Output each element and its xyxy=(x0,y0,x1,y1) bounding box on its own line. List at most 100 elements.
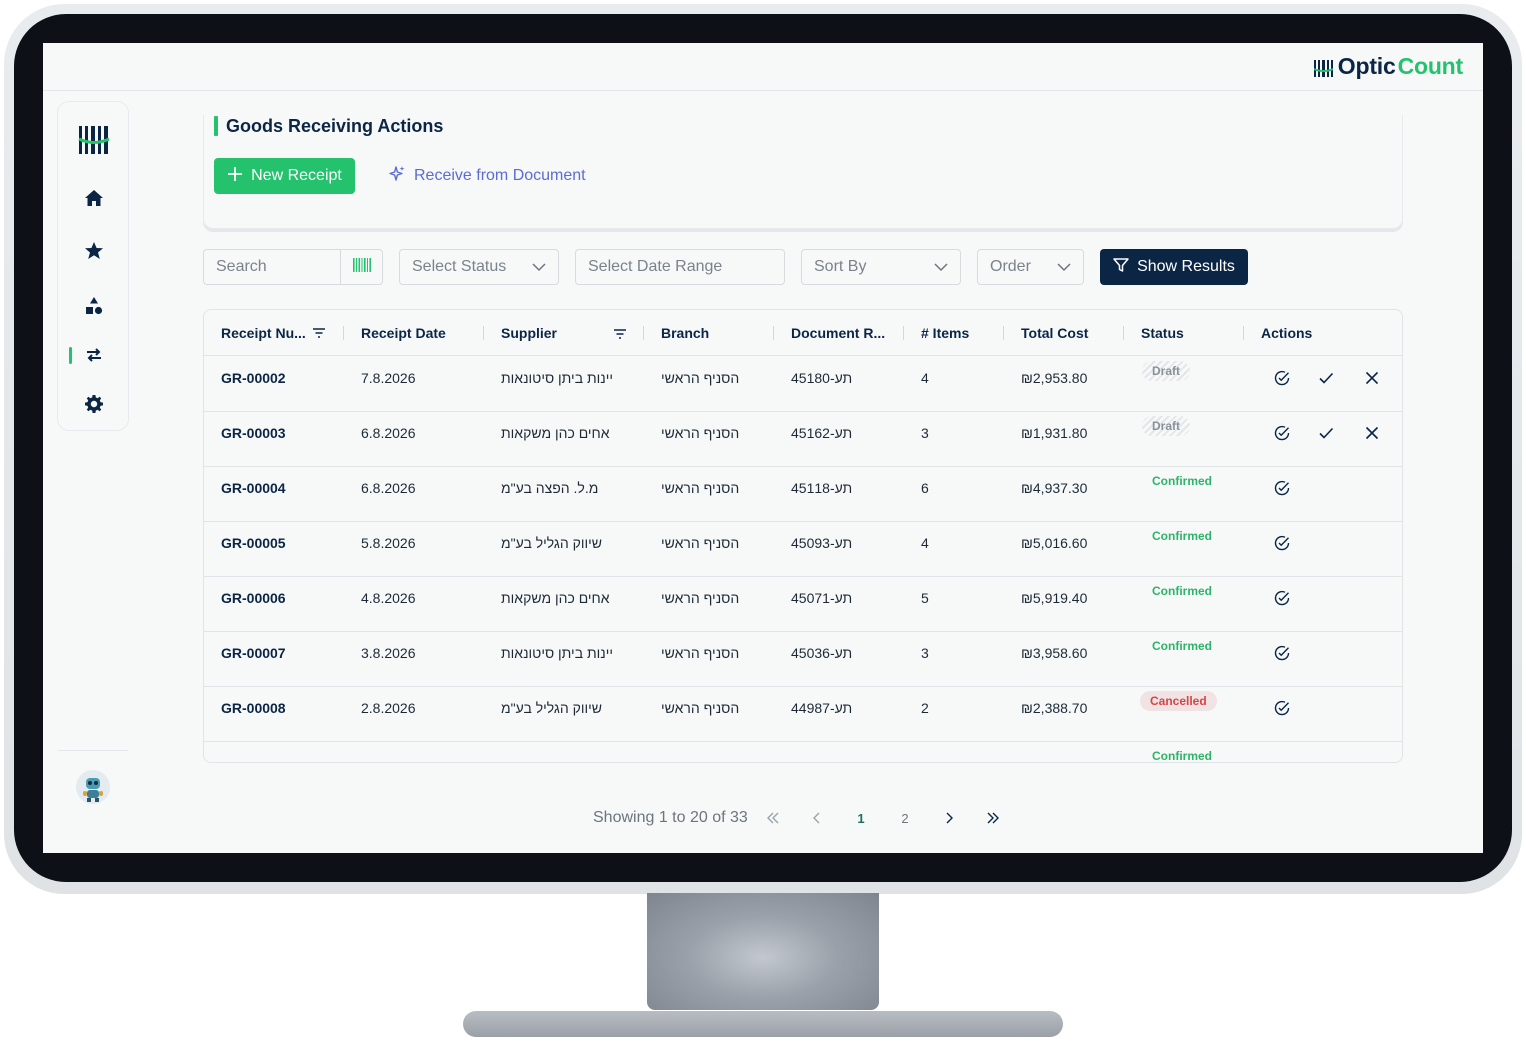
approve-circle-icon[interactable] xyxy=(1273,699,1291,717)
branch-cell: הסניף הראשי xyxy=(661,425,740,441)
header-branch[interactable]: Branch xyxy=(661,310,709,356)
receipt-number-cell[interactable]: GR-00002 xyxy=(221,370,286,386)
gear-icon[interactable] xyxy=(82,392,106,416)
receipt-number-cell[interactable]: GR-00004 xyxy=(221,480,286,496)
order-select[interactable]: Order xyxy=(977,249,1084,285)
approve-circle-icon[interactable] xyxy=(1273,424,1291,442)
actions-panel: Goods Receiving Actions New Receipt Rece… xyxy=(203,115,1403,229)
home-icon[interactable] xyxy=(82,186,106,210)
monitor-stand xyxy=(647,893,879,1010)
approve-circle-icon[interactable] xyxy=(1273,369,1291,387)
receipt-number-cell[interactable]: GR-00005 xyxy=(221,535,286,551)
header-document-reference[interactable]: Document R... xyxy=(791,310,885,356)
approve-circle-icon[interactable] xyxy=(1273,644,1291,662)
show-results-button[interactable]: Show Results xyxy=(1100,249,1248,285)
status-select[interactable]: Select Status xyxy=(399,249,559,285)
approve-circle-icon[interactable] xyxy=(1273,534,1291,552)
cancel-close-icon[interactable] xyxy=(1363,369,1381,387)
confirm-check-icon[interactable] xyxy=(1317,424,1335,442)
header-receipt-number[interactable]: Receipt Nu... xyxy=(221,310,326,356)
header-status[interactable]: Status xyxy=(1141,310,1184,356)
branch-cell: הסניף הראשי xyxy=(661,480,740,496)
column-separator xyxy=(903,326,904,340)
first-page-icon[interactable] xyxy=(763,807,783,829)
sort-by-select[interactable]: Sort By xyxy=(801,249,961,285)
confirm-check-icon[interactable] xyxy=(1317,369,1335,387)
active-indicator xyxy=(69,347,72,364)
document-reference-cell: תע-45162 xyxy=(791,425,853,441)
page-title: Goods Receiving Actions xyxy=(226,115,444,136)
table-row[interactable]: GR-00003 6.8.2026 אחים כהן משקאות הסניף הרא… xyxy=(204,412,1402,467)
table-row[interactable]: GR-00004 6.8.2026 מ.ל. הפצה בע"מ הסניף הראש… xyxy=(204,467,1402,522)
table-row[interactable]: Confirmed xyxy=(204,742,1402,763)
status-select-placeholder: Select Status xyxy=(412,258,507,275)
supplier-cell: יינות ביתן סיטונאות xyxy=(501,645,613,661)
page-button-1[interactable]: 1 xyxy=(851,807,871,829)
document-reference-cell: תע-44987 xyxy=(791,700,853,716)
search-input[interactable]: Search xyxy=(203,249,383,285)
receipt-date-cell: 4.8.2026 xyxy=(361,590,416,606)
status-badge: Cancelled xyxy=(1140,691,1217,711)
page-button-2[interactable]: 2 xyxy=(895,807,915,829)
star-icon[interactable] xyxy=(82,239,106,263)
filter-lines-icon[interactable] xyxy=(312,327,326,339)
header-receipt-date[interactable]: Receipt Date xyxy=(361,310,446,356)
last-page-icon[interactable] xyxy=(983,807,1003,829)
column-separator xyxy=(483,326,484,340)
column-separator xyxy=(343,326,344,340)
receipt-date-cell: 6.8.2026 xyxy=(361,480,416,496)
sidebar-nav xyxy=(57,101,129,431)
new-receipt-button[interactable]: New Receipt xyxy=(214,158,355,194)
supplier-cell: יינות ביתן סיטונאות xyxy=(501,370,613,386)
total-cost-cell: ₪2,953.80 xyxy=(1021,370,1088,386)
column-separator xyxy=(643,326,644,340)
approve-circle-icon[interactable] xyxy=(1273,589,1291,607)
barcode-scan-button[interactable] xyxy=(340,250,382,284)
barcode-logo-icon[interactable] xyxy=(78,124,110,156)
table-row[interactable]: GR-00008 2.8.2026 שיווק הגליל בע"מ הסניף הר… xyxy=(204,687,1402,742)
filter-lines-icon[interactable] xyxy=(613,327,627,345)
app-logo[interactable]: Optic Count xyxy=(1313,53,1463,80)
shapes-icon[interactable] xyxy=(82,294,106,318)
receipt-number-cell[interactable]: GR-00006 xyxy=(221,590,286,606)
column-separator xyxy=(1243,326,1244,340)
receipt-number-cell[interactable]: GR-00007 xyxy=(221,645,286,661)
receipt-date-cell: 3.8.2026 xyxy=(361,645,416,661)
date-range-picker[interactable]: Select Date Range xyxy=(575,249,785,285)
approve-circle-icon[interactable] xyxy=(1273,479,1291,497)
receive-from-document-label: Receive from Document xyxy=(414,167,586,184)
table-row[interactable]: GR-00002 7.8.2026 יינות ביתן סיטונאות הסניף… xyxy=(204,357,1402,412)
cancel-close-icon[interactable] xyxy=(1363,424,1381,442)
receipt-number-cell[interactable]: GR-00008 xyxy=(221,700,286,716)
status-badge: Confirmed xyxy=(1152,639,1212,653)
header-total-cost[interactable]: Total Cost xyxy=(1021,310,1088,356)
branch-cell: הסניף הראשי xyxy=(661,370,740,386)
column-separator xyxy=(1123,326,1124,340)
table-row[interactable]: GR-00007 3.8.2026 יינות ביתן סיטונאות הסניף… xyxy=(204,632,1402,687)
receive-from-document-button[interactable]: Receive from Document xyxy=(388,158,586,194)
user-avatar[interactable] xyxy=(76,770,110,804)
receipt-date-cell: 5.8.2026 xyxy=(361,535,416,551)
table-row[interactable]: GR-00005 5.8.2026 שיווק הגליל בע"מ הסניף הר… xyxy=(204,522,1402,577)
supplier-cell: אחים כהן משקאות xyxy=(501,590,610,606)
document-reference-cell: תע-45093 xyxy=(791,535,853,551)
status-badge: Draft xyxy=(1142,361,1191,381)
filter-icon xyxy=(1113,257,1129,278)
items-count-cell: 3 xyxy=(921,425,929,441)
branch-cell: הסניף הראשי xyxy=(661,535,740,551)
supplier-cell: מ.ל. הפצה בע"מ xyxy=(501,480,599,496)
transfer-arrows-icon[interactable] xyxy=(82,343,106,367)
receipt-date-cell: 6.8.2026 xyxy=(361,425,416,441)
new-receipt-label: New Receipt xyxy=(251,167,342,184)
receipt-number-cell[interactable]: GR-00003 xyxy=(221,425,286,441)
branch-cell: הסניף הראשי xyxy=(661,700,740,716)
plus-icon xyxy=(227,166,243,187)
previous-page-icon[interactable] xyxy=(807,807,827,829)
status-badge: Confirmed xyxy=(1152,749,1212,763)
table-row[interactable]: GR-00006 4.8.2026 אחים כהן משקאות הסניף הרא… xyxy=(204,577,1402,632)
items-count-cell: 2 xyxy=(921,700,929,716)
status-badge: Confirmed xyxy=(1152,584,1212,598)
header-items[interactable]: # Items xyxy=(921,310,969,356)
next-page-icon[interactable] xyxy=(939,807,959,829)
header-supplier[interactable]: Supplier xyxy=(501,310,557,356)
